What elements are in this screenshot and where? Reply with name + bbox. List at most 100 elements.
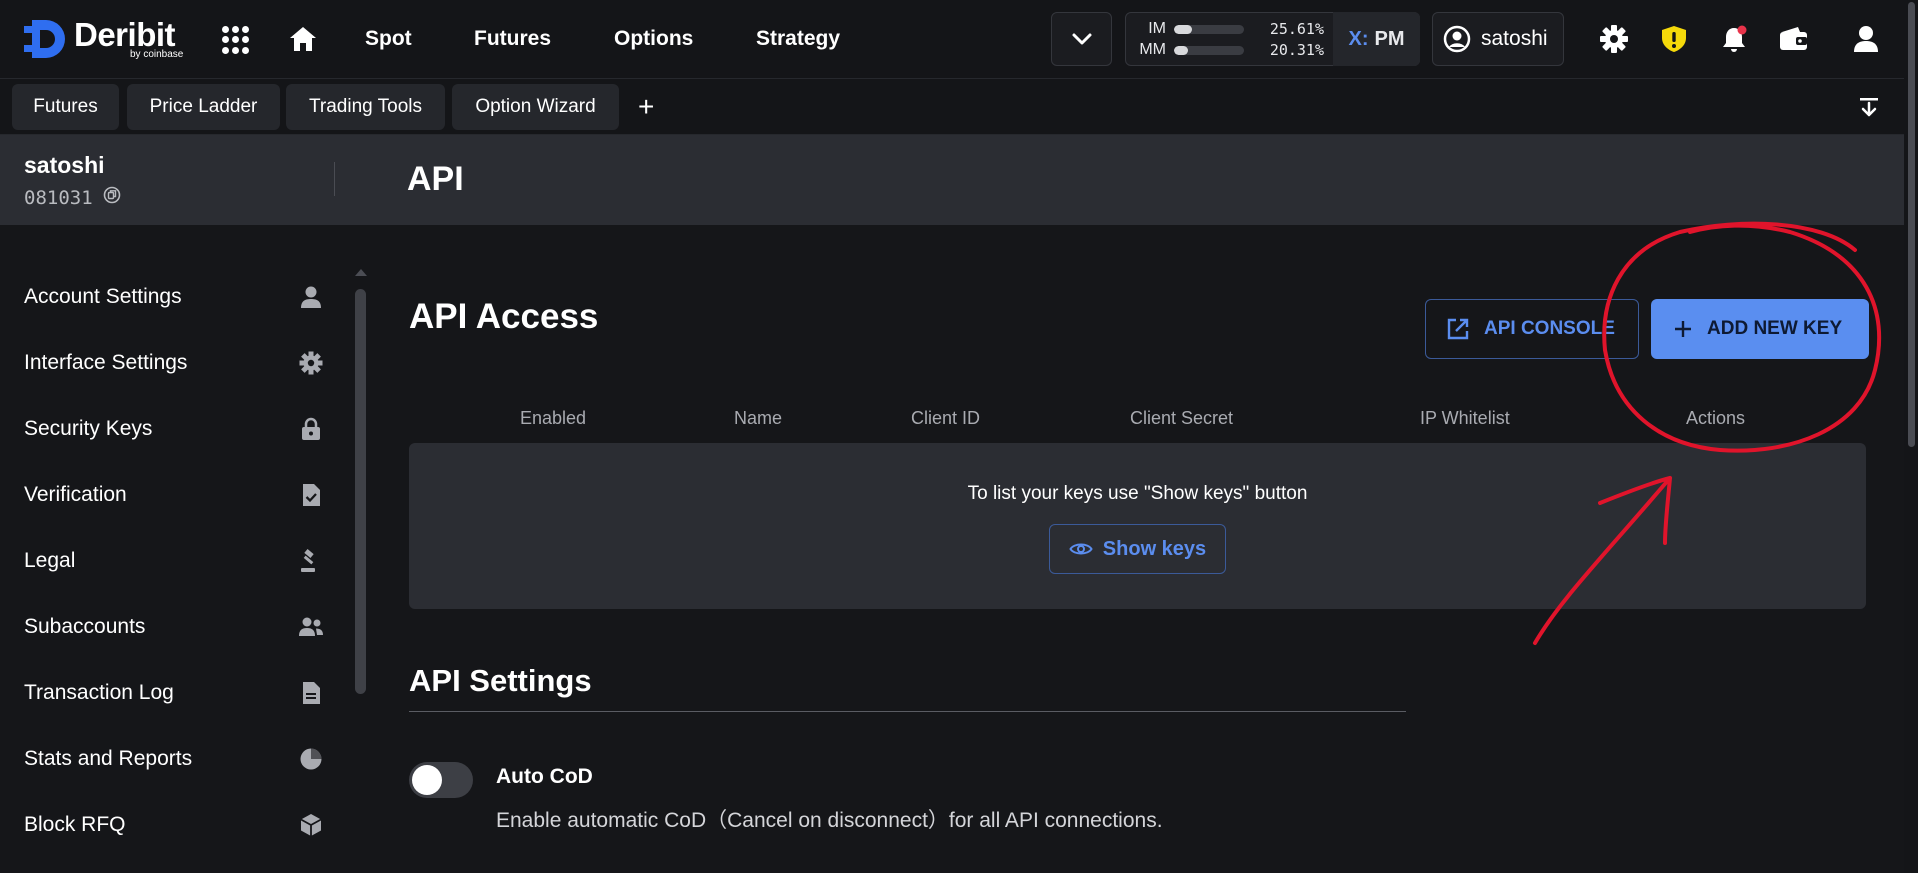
column-header-name: Name xyxy=(734,408,783,428)
user-icon xyxy=(298,284,324,310)
margin-mode: PM xyxy=(1374,27,1405,50)
column-header-ip-whitelist: IP Whitelist xyxy=(1420,408,1510,428)
tab-futures[interactable]: Futures xyxy=(12,84,119,130)
page-scrollbar-thumb[interactable] xyxy=(1908,2,1915,447)
mm-percent: 20.31% xyxy=(1269,41,1324,59)
page-header xyxy=(0,135,1918,225)
top-bar: Deribit by coinbase Spot Futures Options… xyxy=(0,0,1918,79)
api-console-button[interactable]: API CONSOLE xyxy=(1425,299,1639,359)
tab-price-ladder[interactable]: Price Ladder xyxy=(127,84,280,130)
api-console-label: API CONSOLE xyxy=(1484,318,1615,339)
sidebar-item-label: Security Keys xyxy=(24,417,153,440)
sidebar-scroll-up-arrow[interactable] xyxy=(355,269,367,276)
auto-cod-toggle[interactable] xyxy=(409,762,473,798)
notifications-bell-icon[interactable] xyxy=(1717,22,1751,56)
im-percent: 25.61% xyxy=(1269,20,1324,38)
gear-icon xyxy=(298,350,324,376)
column-header-client-secret: Client Secret xyxy=(1130,408,1234,428)
maintenance-margin-row: MM 20.31% xyxy=(1136,41,1324,59)
page-scrollbar[interactable] xyxy=(1904,0,1918,873)
brand-sub: by coinbase xyxy=(130,49,184,60)
auto-cod-description: Enable automatic CoD（Cancel on disconnec… xyxy=(496,809,1163,832)
nav-strategy[interactable]: Strategy xyxy=(756,27,840,51)
sidebar-item-label: Account Settings xyxy=(24,285,182,308)
sidebar-item-label: Interface Settings xyxy=(24,351,188,374)
deribit-logo-mark xyxy=(22,16,68,62)
column-header-enabled: Enabled xyxy=(520,408,587,428)
wallet-icon[interactable] xyxy=(1777,22,1811,56)
sidebar-item-security-keys[interactable]: Security Keys xyxy=(0,404,330,454)
show-keys-label: Show keys xyxy=(1102,537,1207,560)
account-name: satoshi xyxy=(24,152,105,178)
cube-icon xyxy=(298,812,324,838)
show-keys-button[interactable]: Show keys xyxy=(1049,524,1226,574)
lock-icon xyxy=(298,416,324,442)
header-divider xyxy=(334,162,335,196)
username: satoshi xyxy=(1481,27,1548,50)
gavel-icon xyxy=(298,548,324,574)
api-access-title: API Access xyxy=(409,297,599,336)
sidebar-item-label: Transaction Log xyxy=(24,681,174,704)
add-new-key-label: ADD NEW KEY xyxy=(1707,318,1843,339)
nav-spot[interactable]: Spot xyxy=(365,27,412,51)
margin-mode-badge[interactable]: X: PM xyxy=(1333,12,1420,66)
account-id-value: 081031 xyxy=(24,186,93,209)
copy-icon[interactable] xyxy=(103,186,121,209)
pie-chart-icon xyxy=(298,746,324,772)
security-shield-icon[interactable] xyxy=(1657,22,1691,56)
sidebar-item-label: Verification xyxy=(24,483,127,506)
user-menu-button[interactable]: satoshi xyxy=(1432,12,1564,66)
page-title: API xyxy=(407,160,464,198)
sidebar-item-subaccounts[interactable]: Subaccounts xyxy=(0,602,330,652)
im-label: IM xyxy=(1148,20,1166,37)
eye-icon xyxy=(1069,543,1093,555)
sidebar-item-account-settings[interactable]: Account Settings xyxy=(0,272,330,322)
home-icon[interactable] xyxy=(288,24,318,59)
initial-margin-row: IM 25.61% xyxy=(1136,20,1324,38)
file-check-icon xyxy=(298,482,324,508)
nav-futures[interactable]: Futures xyxy=(474,27,551,51)
sidebar-item-label: Subaccounts xyxy=(24,615,146,638)
add-new-key-button[interactable]: ADD NEW KEY xyxy=(1651,299,1869,359)
toggle-knob xyxy=(412,765,442,795)
apps-grid-icon[interactable] xyxy=(222,26,250,54)
account-dropdown-button[interactable] xyxy=(1051,12,1112,66)
external-link-icon xyxy=(1447,318,1469,340)
empty-keys-message: To list your keys use "Show keys" button xyxy=(967,483,1308,504)
auto-cod-label: Auto CoD xyxy=(496,765,593,788)
sidebar-item-block-rfq[interactable]: Block RFQ xyxy=(0,800,330,850)
sidebar-item-label: Legal xyxy=(24,549,76,572)
tab-option-wizard[interactable]: Option Wizard xyxy=(452,84,619,130)
plus-icon xyxy=(1675,321,1691,337)
sidebar-item-stats-and-reports[interactable]: Stats and Reports xyxy=(0,734,330,784)
profile-icon[interactable] xyxy=(1849,22,1883,56)
sidebar-item-transaction-log[interactable]: Transaction Log xyxy=(0,668,330,718)
column-header-client-id: Client ID xyxy=(911,408,981,428)
tab-trading-tools[interactable]: Trading Tools xyxy=(286,84,445,130)
chevron-down-icon xyxy=(1072,33,1091,45)
column-header-actions: Actions xyxy=(1686,408,1746,428)
collapse-download-icon[interactable] xyxy=(1857,95,1881,124)
sidebar-item-verification[interactable]: Verification xyxy=(0,470,330,520)
document-icon xyxy=(298,680,324,706)
account-id: 081031 xyxy=(24,186,121,209)
mm-bar xyxy=(1174,45,1244,55)
api-settings-divider xyxy=(409,711,1406,712)
api-keys-table: To list your keys use "Show keys" button… xyxy=(409,443,1866,609)
deribit-logo[interactable]: Deribit by coinbase xyxy=(22,14,183,64)
user-circle-icon xyxy=(1443,25,1471,53)
sidebar-item-label: Stats and Reports xyxy=(24,747,193,770)
sidebar-scrollbar[interactable] xyxy=(355,289,366,694)
sidebar-item-label: Block RFQ xyxy=(24,813,126,836)
sidebar-item-interface-settings[interactable]: Interface Settings xyxy=(0,338,330,388)
nav-options[interactable]: Options xyxy=(614,27,693,51)
workspace-tab-bar: Futures Price Ladder Trading Tools Optio… xyxy=(0,79,1918,135)
api-settings-title: API Settings xyxy=(409,663,592,698)
sidebar-item-legal[interactable]: Legal xyxy=(0,536,330,586)
margin-mode-prefix: X: xyxy=(1348,27,1369,50)
im-bar xyxy=(1174,24,1244,34)
add-tab-button[interactable]: + xyxy=(638,93,654,121)
settings-gear-icon[interactable] xyxy=(1597,22,1631,56)
mm-label: MM xyxy=(1139,41,1166,58)
users-icon xyxy=(298,614,324,640)
